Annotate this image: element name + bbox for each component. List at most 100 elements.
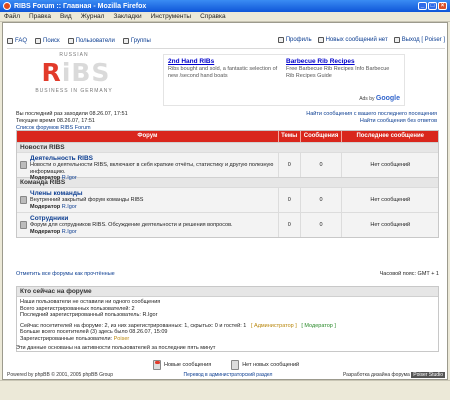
forum-name[interactable]: Сотрудники: [30, 215, 278, 222]
messages-icon: [317, 37, 324, 43]
nav-profile[interactable]: Профиль: [277, 37, 312, 43]
no-new-posts-label: Нет новых сообщений: [242, 362, 300, 368]
nav-members-label: Пользователи: [75, 38, 115, 44]
forum-desc: Новости о деятельности RIBS, включают в …: [30, 162, 274, 175]
nav-groups[interactable]: Группы: [122, 38, 151, 44]
design-credit-text: Разработка дизайна форума: [343, 372, 410, 378]
visit-info: Вы последний раз заходили 08.26.07, 17:5…: [16, 111, 128, 132]
forum-icon: [20, 221, 27, 229]
window-titlebar: RIBS Forum :: Главная - Mozilla Firefox …: [0, 0, 450, 12]
topics-count: 0: [279, 188, 301, 212]
status-bar: [0, 380, 450, 400]
logo-main: RiBS: [33, 58, 119, 87]
ad-title[interactable]: Barbecue Rib Recipes: [286, 58, 398, 65]
table-row: Деятельность RIBS Новости о деятельности…: [17, 152, 438, 181]
online-count: Сейчас посетителей на форуме: 2, из них …: [20, 322, 247, 329]
col-topics: Темы: [279, 131, 301, 142]
moderator-link[interactable]: R.Igor: [62, 229, 77, 235]
window-title: RIBS Forum :: Главная - Mozilla Firefox: [14, 2, 147, 10]
menu-history[interactable]: Журнал: [81, 13, 105, 20]
moderator-link[interactable]: R.Igor: [62, 204, 77, 210]
posts-count: 0: [301, 188, 343, 212]
nav-profile-label: Профиль: [285, 37, 312, 43]
design-credit: Разработка дизайна форума Poiser Studio: [343, 372, 445, 378]
posts-count: 0: [301, 213, 343, 237]
design-credit-brand[interactable]: Poiser Studio: [411, 372, 445, 378]
maximize-button[interactable]: □: [428, 2, 437, 10]
divider: [7, 48, 445, 49]
nav-messages[interactable]: Новых сообщений нет: [317, 37, 388, 43]
search-icon: [35, 38, 42, 44]
admin-panel-link[interactable]: Перевод в администраторский раздел: [184, 372, 273, 378]
posts-count: 0: [301, 153, 343, 177]
who-is-online: Кто сейчас на форуме Наши пользователи н…: [16, 286, 439, 352]
mark-all-read-link[interactable]: Отметить все форумы как прочтённые: [16, 271, 115, 277]
forum-icon: [20, 196, 27, 204]
nav-members[interactable]: Пользователи: [67, 38, 115, 44]
menu-view[interactable]: Вид: [60, 13, 72, 20]
online-user-link[interactable]: Poiser: [114, 336, 130, 342]
powered-by[interactable]: Powered by phpBB © 2001, 2005 phpBB Grou…: [7, 372, 113, 378]
ad-desc: Ribs bought and sold, a fantastic select…: [168, 66, 278, 79]
forum-name[interactable]: Деятельность RIBS: [30, 155, 278, 162]
who-is-online-title[interactable]: Кто сейчас на форуме: [17, 287, 438, 297]
nav-logout[interactable]: Выход [ Poiser ]: [393, 37, 445, 43]
forum-table: Форум Темы Сообщения Последнее сообщение…: [16, 130, 439, 238]
page-footer: Powered by phpBB © 2001, 2005 phpBB Grou…: [7, 370, 445, 379]
logout-icon: [393, 37, 400, 43]
minimize-button[interactable]: _: [418, 2, 427, 10]
table-header: Форум Темы Сообщения Последнее сообщение: [17, 131, 438, 142]
category-row[interactable]: Новости RIBS: [17, 142, 438, 152]
timezone: Часовой пояс: GMT + 1: [379, 271, 439, 277]
ads-by-google[interactable]: Ads by Google: [359, 95, 400, 102]
current-time: Текущее время 08.26.07, 17:51: [16, 118, 95, 124]
logo-bottom-text: BUSINESS IN GERMANY: [35, 88, 113, 94]
nav-logout-label: Выход [ Poiser ]: [401, 37, 445, 43]
ad-item[interactable]: Barbecue Rib Recipes Free Barbecue Rib R…: [286, 58, 398, 79]
ribs-logo[interactable]: RUSSIAN RiBS BUSINESS IN GERMANY: [29, 52, 119, 100]
table-footer: Отметить все форумы как прочтённые Часов…: [16, 271, 439, 277]
table-row: Сотрудники Форум для сотрудников RIBS. О…: [17, 212, 438, 237]
ads-by-prefix: Ads by: [359, 96, 375, 102]
topics-count: 0: [279, 153, 301, 177]
online-line: Зарегистрированные пользователи: Poiser: [20, 336, 435, 343]
menu-file[interactable]: Файл: [4, 13, 20, 20]
moderator-link[interactable]: R.Igor: [62, 175, 77, 181]
nav-search[interactable]: Поиск: [35, 38, 60, 44]
faq-icon: [7, 38, 13, 44]
forum-moderator: Модератор R.Igor: [30, 229, 278, 235]
nav-search-label: Поиск: [43, 38, 60, 44]
online-note: Эти данные основаны на активности пользо…: [16, 345, 216, 351]
firefox-icon: [3, 2, 11, 10]
unanswered-link[interactable]: Найти сообщения без ответов: [306, 118, 437, 125]
moderator-label: Модератор: [30, 203, 61, 210]
ad-item[interactable]: 2nd Hand RIBs Ribs bought and sold, a fa…: [168, 58, 280, 79]
nav-faq-label: FAQ: [15, 38, 28, 44]
admin-legend: [ Администратор ]: [250, 322, 297, 329]
forum-name[interactable]: Члены команды: [30, 190, 278, 197]
forum-moderator: Модератор R.Igor: [30, 175, 278, 181]
new-posts-label: Новые сообщения: [164, 362, 212, 368]
nav-faq[interactable]: FAQ: [7, 38, 27, 44]
registered-users-label: Зарегистрированные пользователи:: [20, 335, 113, 342]
col-forum: Форум: [17, 131, 279, 142]
ad-title[interactable]: 2nd Hand RIBs: [168, 58, 280, 65]
ad-block: 2nd Hand RIBs Ribs bought and sold, a fa…: [163, 54, 405, 106]
topics-count: 0: [279, 213, 301, 237]
since-last-visit-link[interactable]: Найти сообщения с вашего последнего посе…: [306, 111, 437, 118]
col-posts: Сообщения: [301, 131, 343, 142]
menu-edit[interactable]: Правка: [29, 13, 51, 20]
profile-icon: [277, 37, 284, 43]
forum-nav: FAQ Поиск Пользователи Группы Профиль Но…: [7, 37, 445, 45]
menu-bookmarks[interactable]: Закладки: [113, 13, 141, 20]
ad-desc: Free Barbecue Rib Recipes Info Barbecue …: [286, 66, 390, 79]
nav-groups-label: Группы: [130, 38, 151, 44]
menu-tools[interactable]: Инструменты: [151, 13, 192, 20]
logo-r: R: [41, 58, 62, 87]
close-button[interactable]: ×: [438, 2, 447, 10]
groups-icon: [122, 38, 129, 44]
icon-legend: Новые сообщения Нет новых сообщений: [153, 360, 299, 370]
new-posts-icon: [153, 360, 161, 370]
logo-rest: iBS: [61, 58, 111, 87]
menu-help[interactable]: Справка: [200, 13, 226, 20]
